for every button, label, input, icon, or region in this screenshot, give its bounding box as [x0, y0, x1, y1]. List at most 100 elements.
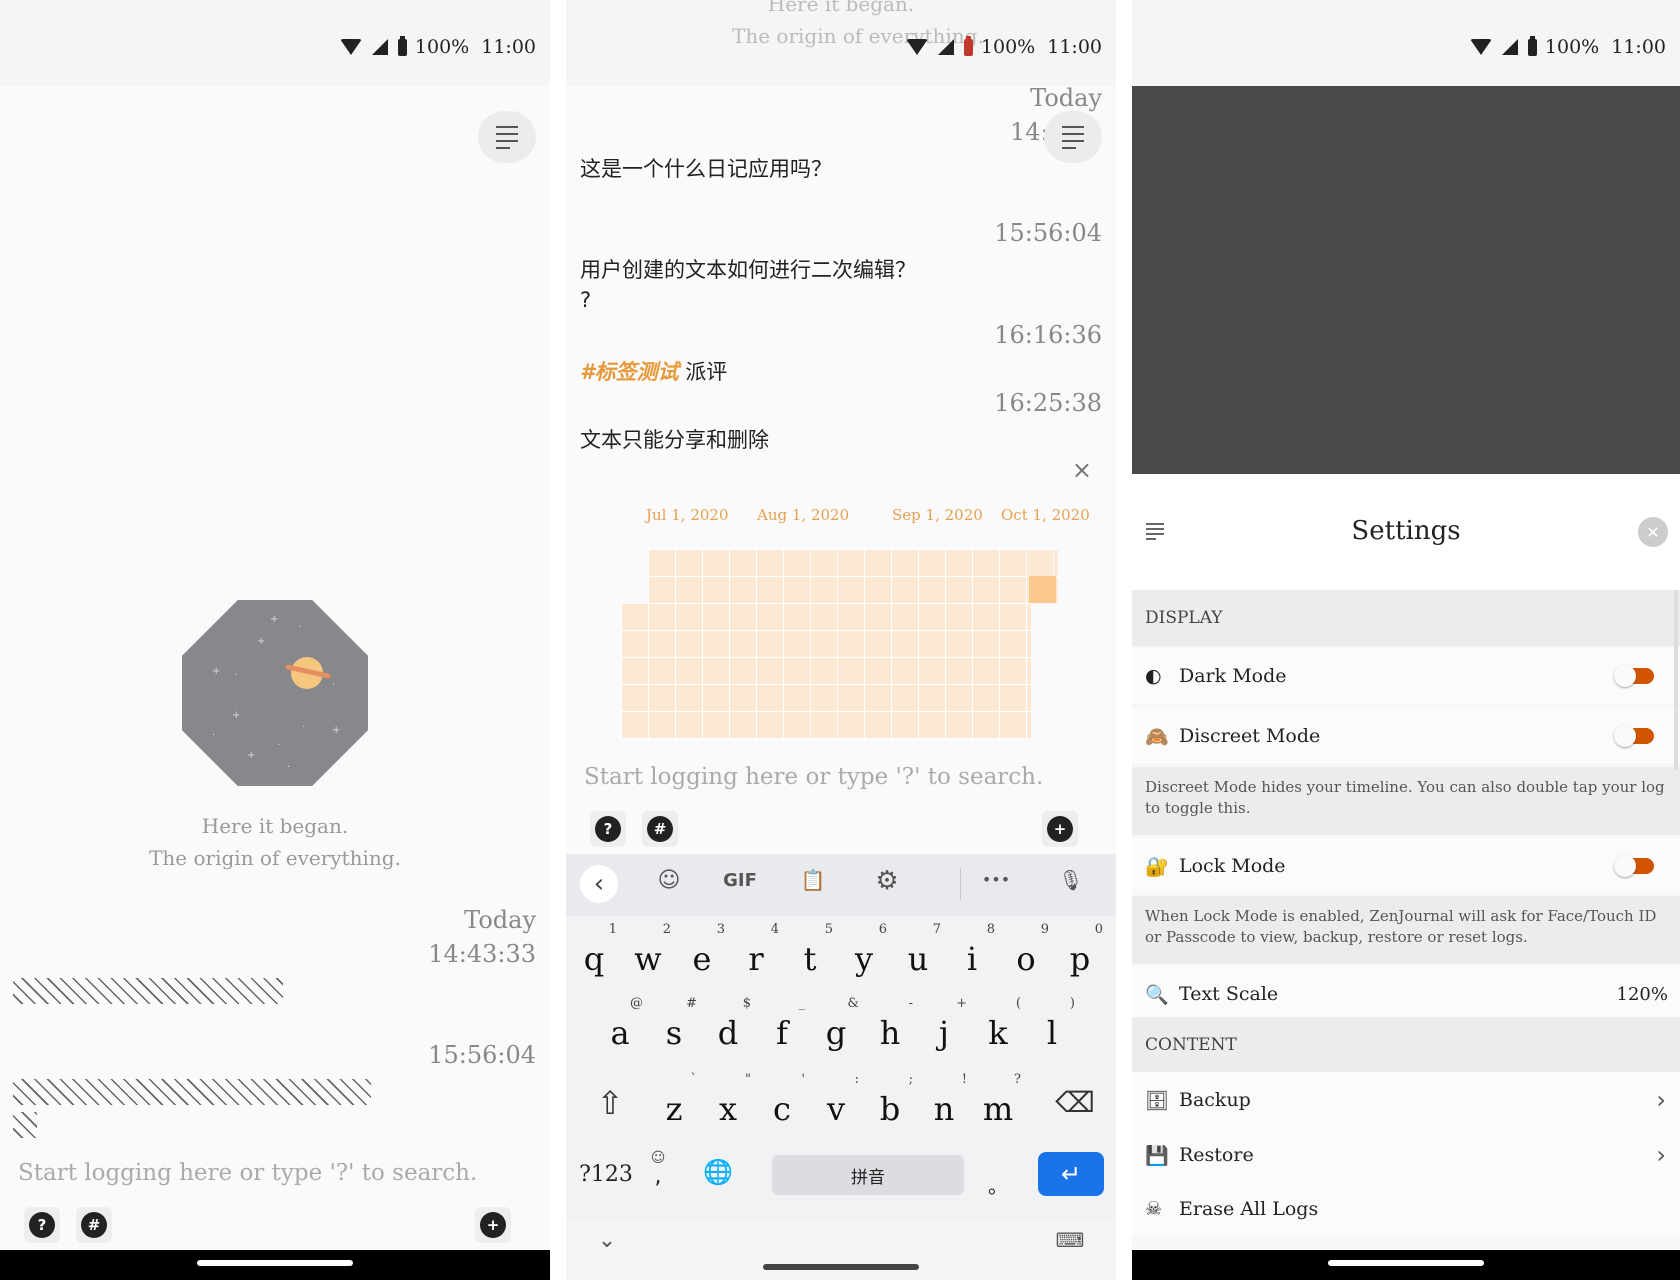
close-button[interactable]: ✕ — [1638, 517, 1668, 547]
clipboard-icon[interactable]: 📋 — [794, 868, 832, 892]
backspace-key[interactable]: ⌫ — [1050, 1086, 1100, 1119]
log-entry[interactable]: 文本只能分享和删除 — [580, 424, 769, 454]
menu-button[interactable] — [1044, 111, 1102, 163]
sticker-icon[interactable]: ☺ — [650, 868, 688, 893]
setting-restore[interactable]: 💾 Restore › — [1132, 1127, 1680, 1183]
key-d[interactable]: d $ — [703, 996, 753, 1052]
hash-icon: # — [81, 1212, 107, 1238]
comma-key[interactable]: , — [646, 1164, 670, 1189]
help-button[interactable]: ? — [24, 1207, 60, 1243]
setting-backup[interactable]: 🗄 Backup › — [1132, 1072, 1680, 1128]
timeline-screen: 100% 11:00 + · + + · · + · + · · + · Here it beg… — [0, 0, 550, 1280]
battery-level: 100% — [414, 36, 470, 58]
hidden-entry[interactable] — [13, 978, 283, 1004]
key-g[interactable]: g & — [811, 996, 861, 1052]
key-c[interactable]: c ' — [757, 1072, 807, 1128]
keyboard-toolbar: ‹ ☺ GIF 📋 ⚙ ••• 🎙 — [566, 854, 1116, 916]
key-hint: # — [686, 996, 697, 1011]
period-key[interactable]: 。 — [978, 1170, 1018, 1199]
key-hint: - — [908, 996, 913, 1011]
log-entry[interactable]: #标签测试 派评 — [580, 356, 727, 386]
key-q[interactable]: q1 — [569, 922, 619, 978]
activity-heatmap[interactable] — [621, 603, 1031, 739]
help-button[interactable]: ? — [590, 811, 626, 847]
home-indicator[interactable] — [197, 1260, 353, 1266]
gear-icon[interactable]: ⚙ — [868, 866, 906, 896]
tag-button[interactable]: # — [76, 1207, 112, 1243]
key-m[interactable]: m? — [973, 1072, 1023, 1128]
home-indicator[interactable] — [763, 1264, 919, 1270]
clock: 11:00 — [1611, 36, 1666, 58]
key-x[interactable]: x " — [703, 1072, 753, 1128]
key-r[interactable]: r4 — [731, 922, 781, 978]
setting-discreet-mode[interactable]: 🙈 Discreet Mode — [1132, 708, 1680, 764]
log-entry[interactable]: 这是一个什么日记应用吗？ — [580, 153, 832, 183]
log-input[interactable]: Start logging here or type '?' to search… — [18, 1160, 477, 1186]
key-b[interactable]: b; — [865, 1072, 915, 1128]
heatmap-active-cell[interactable] — [1029, 576, 1056, 603]
key-a[interactable]: a @ — [595, 996, 645, 1052]
dark-mode-toggle[interactable] — [1614, 665, 1654, 687]
entry-time: 15:56:04 — [994, 219, 1102, 247]
gif-button[interactable]: GIF — [714, 870, 766, 891]
heatmap-close-button[interactable]: × — [1072, 456, 1092, 484]
key-hint: _ — [798, 996, 806, 1011]
chevron-down-icon[interactable]: ⌄ — [592, 1228, 622, 1253]
key-i[interactable]: i8 — [947, 922, 997, 978]
clock: 11:00 — [481, 36, 536, 58]
key-p[interactable]: p0 — [1055, 922, 1105, 978]
shift-key[interactable]: ⇧ — [588, 1084, 632, 1122]
tag-button[interactable]: # — [642, 811, 678, 847]
menu-button[interactable] — [478, 111, 536, 163]
setting-dark-mode[interactable]: ◐ Dark Mode — [1132, 648, 1680, 704]
enter-key[interactable]: ↵ — [1038, 1152, 1104, 1196]
key-k[interactable]: k( — [973, 996, 1023, 1052]
space-key[interactable]: 拼音 — [772, 1155, 964, 1195]
symbols-key[interactable]: ?123 — [574, 1162, 638, 1187]
key-h[interactable]: h- — [865, 996, 915, 1052]
activity-heatmap[interactable] — [648, 549, 1058, 603]
key-v[interactable]: v: — [811, 1072, 861, 1128]
discreet-mode-toggle[interactable] — [1614, 725, 1654, 747]
log-entry[interactable]: 用户创建的文本如何进行二次编辑？ — [580, 254, 916, 284]
key-w[interactable]: w2 — [623, 922, 673, 978]
setting-text-scale[interactable]: 🔍 Text Scale 120% — [1132, 966, 1680, 1022]
microphone-icon[interactable]: 🎙 — [1052, 868, 1090, 892]
key-j[interactable]: j + — [919, 996, 969, 1052]
scrollbar[interactable] — [1674, 590, 1678, 770]
key-e[interactable]: e3 — [677, 922, 727, 978]
setting-lock-mode[interactable]: 🔐 Lock Mode — [1132, 838, 1680, 894]
key-z[interactable]: z ` — [649, 1072, 699, 1128]
key-o[interactable]: o9 — [1001, 922, 1051, 978]
key-n[interactable]: n! — [919, 1072, 969, 1128]
globe-icon[interactable]: 🌐 — [698, 1158, 738, 1186]
key-letter: q — [583, 940, 605, 978]
log-entry-cont[interactable]: ? — [580, 288, 591, 312]
text-scale-value[interactable]: 120% — [1617, 984, 1668, 1005]
log-input[interactable]: Start logging here or type '?' to search… — [584, 764, 1043, 790]
key-t[interactable]: t5 — [785, 922, 835, 978]
key-letter: l — [1046, 1014, 1058, 1052]
home-indicator[interactable] — [1328, 1260, 1484, 1266]
key-y[interactable]: y6 — [839, 922, 889, 978]
setting-erase-all-logs[interactable]: ☠ Erase All Logs — [1132, 1181, 1680, 1237]
origin-title: Here it began. — [201, 814, 349, 838]
tag-link[interactable]: #标签测试 — [580, 360, 679, 384]
key-f[interactable]: f _ — [757, 996, 807, 1052]
settings-screen: 100% 11:00 Settings ✕ DISPLAY ◐ Dark Mod… — [1132, 0, 1680, 1280]
wifi-icon — [1469, 39, 1492, 55]
key-u[interactable]: u7 — [893, 922, 943, 978]
key-hint: 4 — [770, 922, 779, 937]
more-icon[interactable]: ••• — [974, 870, 1018, 889]
keyboard-back-button[interactable]: ‹ — [580, 865, 618, 903]
key-l[interactable]: l) — [1027, 996, 1077, 1052]
keyboard-icon[interactable]: ⌨ — [1052, 1228, 1088, 1252]
dimmed-backdrop[interactable] — [1132, 86, 1680, 474]
add-button[interactable]: + — [475, 1207, 511, 1243]
lock-mode-toggle[interactable] — [1614, 855, 1654, 877]
hidden-entry[interactable] — [13, 1079, 371, 1105]
toolbar-divider — [960, 868, 961, 900]
hidden-entry[interactable] — [13, 1112, 37, 1138]
add-button[interactable]: + — [1042, 811, 1078, 847]
key-s[interactable]: s # — [649, 996, 699, 1052]
